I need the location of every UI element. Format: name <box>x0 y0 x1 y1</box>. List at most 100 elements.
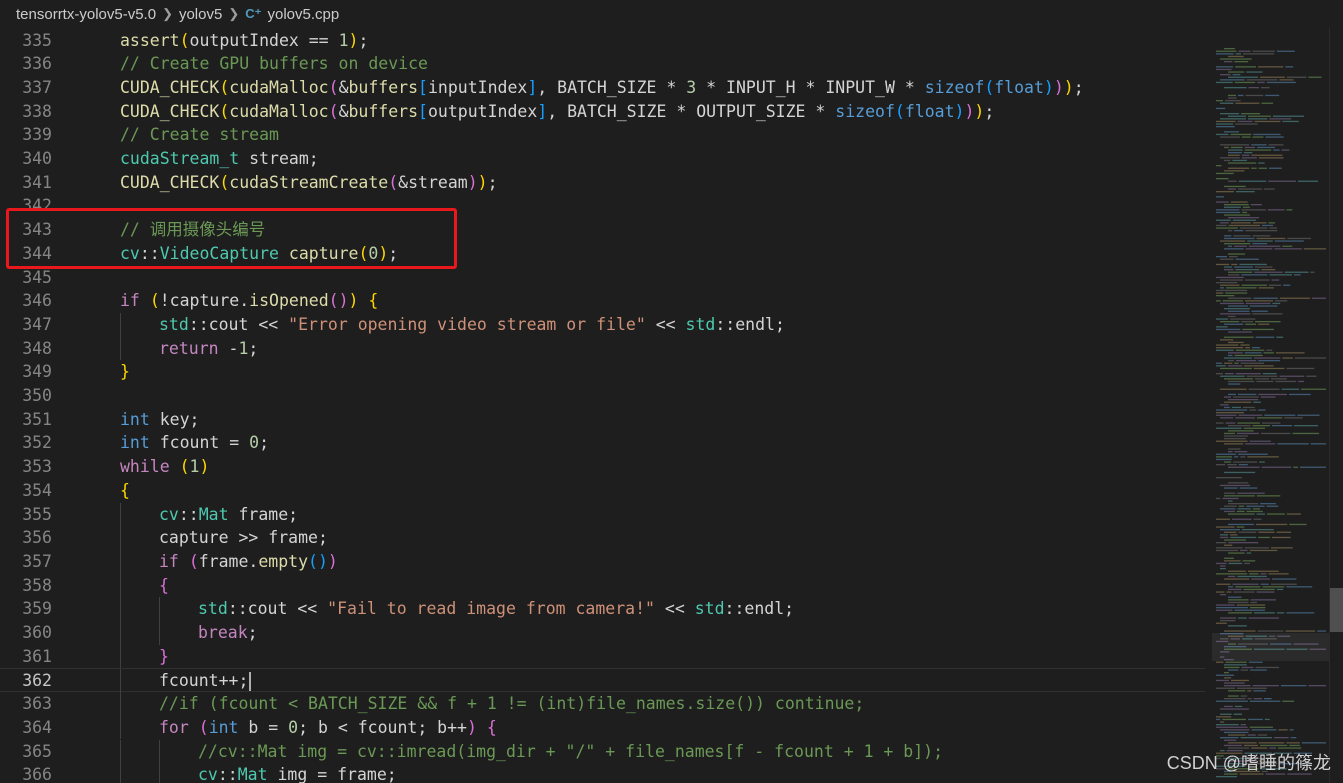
code-line[interactable]: 343 // 调用摄像头编号 <box>0 218 1205 242</box>
code-line[interactable]: 365 //cv::Mat img = cv::imread(img_dir + … <box>0 739 1205 764</box>
chevron-right-icon: ❯ <box>228 6 240 21</box>
code-token: !capture. <box>159 291 250 311</box>
code-token: ] <box>537 101 548 121</box>
code-text: std::cout << "Error opening video stream… <box>159 313 785 337</box>
code-token: std <box>694 599 725 619</box>
indent-guide <box>120 715 121 740</box>
line-number: 354 <box>22 480 52 500</box>
code-text: int key; <box>120 408 199 432</box>
code-token: ) <box>199 457 210 477</box>
code-line[interactable]: 339 // Create stream <box>0 123 1205 147</box>
code-line[interactable]: 355 cv::Mat frame; <box>0 502 1205 527</box>
code-token: * INPUT_H * INPUT_W * <box>696 77 925 97</box>
code-line[interactable]: 353 while (1) <box>0 455 1205 479</box>
code-text: break; <box>198 621 258 645</box>
indent-guide <box>120 526 121 550</box>
code-token: () <box>328 291 349 311</box>
code-line[interactable]: 349} <box>0 360 1205 384</box>
scrollbar-thumb[interactable] <box>1330 588 1343 632</box>
code-line[interactable]: 359 std::cout << "Fail to read image from… <box>0 597 1205 621</box>
vertical-scrollbar[interactable] <box>1329 28 1343 783</box>
code-token: fcount++; <box>159 671 249 691</box>
code-token: { <box>486 717 497 737</box>
code-line[interactable]: 366 cv::Mat img = frame; <box>0 763 1205 783</box>
line-number: 335 <box>22 30 52 50</box>
code-line[interactable]: 364 for (int b = 0; b < fcount; b++) { <box>0 715 1205 740</box>
code-line[interactable]: 357 if (frame.empty()) <box>0 549 1205 574</box>
code-line[interactable]: 350 <box>0 384 1205 408</box>
code-line[interactable]: 346 if (!capture.isOpened()) { <box>0 289 1205 313</box>
code-token: ; <box>259 433 270 453</box>
code-line[interactable]: 336 // Create GPU buffers on device <box>0 52 1205 76</box>
code-line[interactable]: 340 cudaStream_t stream; <box>0 147 1205 171</box>
code-token: frame; <box>228 504 299 524</box>
code-text: { <box>120 479 130 503</box>
code-text: return -1; <box>159 337 258 361</box>
code-token: capture <box>288 243 359 263</box>
line-number: 352 <box>22 433 52 453</box>
code-line[interactable]: 342 <box>0 194 1205 218</box>
code-text: std::cout << "Fail to read image from ca… <box>198 597 794 621</box>
line-number: 337 <box>22 77 52 97</box>
minimap[interactable] <box>1212 28 1329 783</box>
code-line[interactable]: 356 capture >> frame; <box>0 526 1205 550</box>
code-line[interactable]: 352 int fcount = 0; <box>0 431 1205 455</box>
code-line[interactable]: 354 { <box>0 479 1205 503</box>
code-line[interactable]: 363 //if (fcount < BATCH_SIZE && f + 1 !=… <box>0 692 1205 716</box>
code-line[interactable]: 358 { <box>0 573 1205 598</box>
code-token: { <box>368 291 379 311</box>
code-token: & <box>338 77 349 97</box>
code-line[interactable]: 344 cv::VideoCapture capture(0); <box>0 242 1205 266</box>
line-number: 338 <box>22 101 52 121</box>
indent-guide <box>159 621 160 645</box>
code-line[interactable]: 360 break; <box>0 621 1205 645</box>
code-line[interactable]: 338 CUDA_CHECK(cudaMalloc(&buffers[output… <box>0 100 1205 124</box>
code-token: [ <box>418 77 428 97</box>
code-token: if <box>120 291 140 311</box>
code-line[interactable]: 335 assert(outputIndex == 1); <box>0 29 1205 53</box>
code-text: assert(outputIndex == 1); <box>120 29 368 53</box>
code-token: ) <box>467 172 478 192</box>
indent-guide <box>120 549 121 574</box>
code-line[interactable]: 347 std::cout << "Error opening video str… <box>0 312 1205 337</box>
code-token: 0 <box>288 717 299 737</box>
indent-guide <box>120 597 121 621</box>
code-token: ) <box>1043 77 1054 97</box>
code-token: while <box>120 457 170 477</box>
breadcrumb-folder-yolov5[interactable]: yolov5 <box>179 6 222 23</box>
line-number: 359 <box>22 599 52 619</box>
code-token: } <box>159 646 169 666</box>
editor[interactable]: 335 assert(outputIndex == 1); 336// Create… <box>0 28 1343 783</box>
code-token: 0 <box>368 243 379 263</box>
code-token: img = frame; <box>267 765 397 783</box>
code-token: ) <box>954 101 965 121</box>
code-token: cudaStreamCreate <box>229 172 389 192</box>
code-line[interactable]: 361} <box>0 644 1205 669</box>
code-token: float <box>994 77 1044 97</box>
code-token: std <box>198 599 228 619</box>
code-line[interactable]: 337 CUDA_CHECK(cudaMalloc(&buffers[inputI… <box>0 76 1205 100</box>
code-token: 3 <box>686 77 697 97</box>
code-area[interactable]: 335 assert(outputIndex == 1); 336// Create… <box>0 28 1205 783</box>
chevron-right-icon: ❯ <box>162 6 173 21</box>
indent-guide <box>120 763 121 783</box>
code-line[interactable]: 348 return -1; <box>0 336 1205 361</box>
code-token: ( <box>219 172 230 192</box>
code-token: break <box>198 623 248 642</box>
breadcrumb-folder-root[interactable]: tensorrtx-yolov5-v5.0 <box>16 6 156 23</box>
code-token: ; b < fcount; b++ <box>298 717 467 737</box>
line-number: 366 <box>22 765 52 783</box>
line-number: 355 <box>22 504 52 524</box>
code-line[interactable]: 345 <box>0 266 1205 290</box>
code-line[interactable]: 341 CUDA_CHECK(cudaStreamCreate(&stream))… <box>0 171 1205 195</box>
code-line[interactable]: 362 fcount++; <box>0 668 1205 694</box>
code-token: float <box>904 101 955 121</box>
code-token: :: <box>139 243 160 263</box>
line-number: 348 <box>22 338 52 358</box>
code-token: sizeof <box>924 77 985 97</box>
code-line[interactable]: 351 int key; <box>0 408 1205 432</box>
code-text: CUDA_CHECK(cudaMalloc(&buffers[outputInd… <box>120 100 994 124</box>
breadcrumb-file[interactable]: yolov5.cpp <box>267 6 339 23</box>
